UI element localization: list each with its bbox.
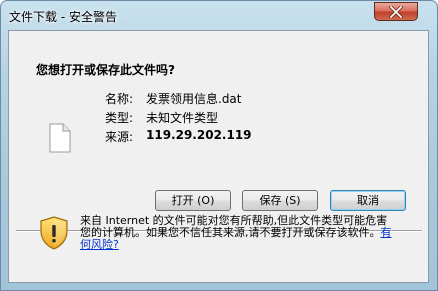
file-name-value: 发票领用信息.dat [146, 92, 242, 106]
file-name-label: 名称: [105, 92, 134, 106]
dialog-heading: 您想打开或保存此文件吗? [36, 63, 175, 77]
open-button[interactable]: 打开 (O) [155, 190, 231, 211]
window-title: 文件下载 - 安全警告 [9, 10, 117, 24]
save-button[interactable]: 保存 (S) [242, 190, 318, 211]
file-source-label: 来源: [105, 130, 134, 144]
dialog-body: 您想打开或保存此文件吗? 名称: 发票领用信息.dat 类型: 未知文件类型 来… [8, 30, 429, 283]
security-shield-icon [40, 216, 68, 250]
warning-text: 来自 Internet 的文件可能对您有所帮助,但此文件类型可能危害您的计算机。… [80, 214, 388, 239]
download-security-dialog: 文件下载 - 安全警告 您想打开或保存此文件吗? 名称: 发票领用信息.dat … [0, 0, 438, 291]
warning-message: 来自 Internet 的文件可能对您有所帮助,但此文件类型可能危害您的计算机。… [80, 215, 398, 251]
file-type-value: 未知文件类型 [146, 111, 219, 125]
file-source-value: 119.29.202.119 [146, 128, 252, 142]
close-button[interactable] [374, 2, 418, 21]
generic-file-icon [49, 123, 71, 153]
title-bar[interactable]: 文件下载 - 安全警告 [1, 1, 437, 31]
file-type-label: 类型: [105, 111, 134, 125]
cancel-button[interactable]: 取消 [330, 190, 406, 211]
close-icon [389, 6, 403, 18]
